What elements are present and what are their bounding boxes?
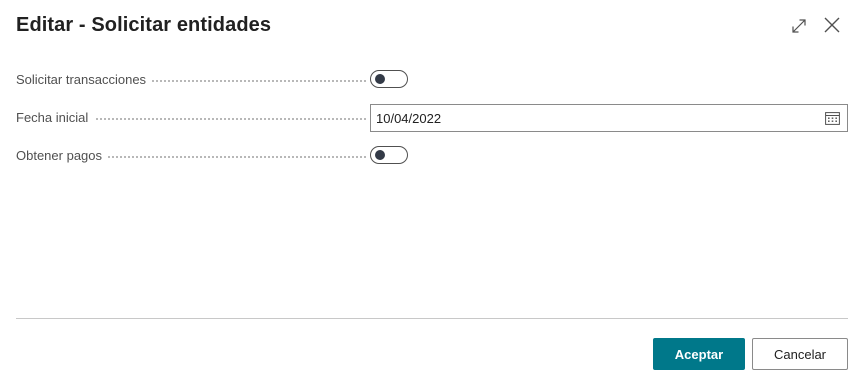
obtener-pagos-toggle[interactable] [370,146,408,164]
field-obtener-pagos: Obtener pagos [16,142,848,170]
calendar-icon[interactable] [825,111,840,125]
field-label-fecha-inicial: Fecha inicial [16,110,95,125]
toggle-knob [375,74,385,84]
edit-dialog: Editar - Solicitar entidades Solicitar t… [0,0,866,390]
toggle-knob [375,150,385,160]
field-label-solicitar-transacciones: Solicitar transacciones [16,72,153,87]
field-solicitar-transacciones: Solicitar transacciones [16,66,848,94]
footer-divider [16,318,848,319]
field-fecha-inicial: Fecha inicial 10/04/2022 [16,104,848,132]
accept-button[interactable]: Aceptar [653,338,745,370]
field-label-obtener-pagos: Obtener pagos [16,148,109,163]
fecha-inicial-input[interactable]: 10/04/2022 [370,104,848,132]
solicitar-transacciones-toggle[interactable] [370,70,408,88]
dialog-title: Editar - Solicitar entidades [16,14,272,36]
expand-icon[interactable] [790,17,808,35]
fecha-inicial-value: 10/04/2022 [376,111,442,126]
cancel-button[interactable]: Cancelar [752,338,848,370]
close-icon[interactable] [823,16,841,34]
